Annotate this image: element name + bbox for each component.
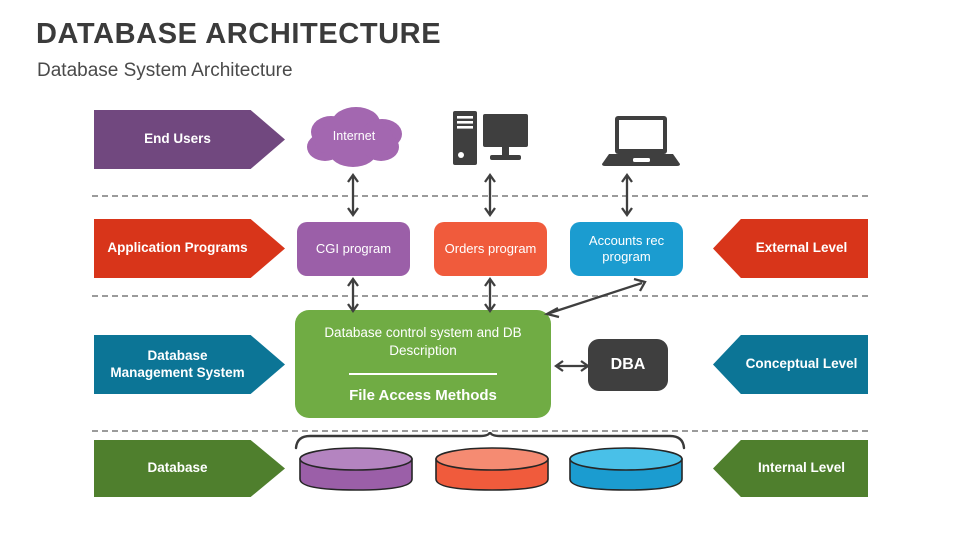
database-cylinder-blue[interactable] [568, 446, 684, 492]
left-label-database[interactable]: Database [94, 440, 285, 497]
left-label-dbms[interactable]: Database Management System [94, 335, 285, 394]
right-label-conceptual-level[interactable]: Conceptual Level [713, 335, 868, 394]
dbms-box[interactable]: Database control system and DB Descripti… [295, 310, 551, 418]
connector-arrow-laptop-to-accounts [618, 172, 636, 218]
connector-arrow-dbms-to-accounts [542, 276, 652, 320]
connector-arrow-dbms-to-dba [554, 357, 590, 375]
cgi-program-box[interactable]: CGI program [297, 222, 410, 276]
internet-cloud[interactable]: Internet [301, 105, 407, 170]
right-label-conceptual-level-text: Conceptual Level [745, 356, 858, 372]
dba-box[interactable]: DBA [588, 339, 668, 391]
page-subtitle: Database System Architecture [37, 60, 293, 81]
left-label-end-users-text: End Users [144, 131, 211, 147]
connector-arrow-orders-to-dbms [481, 277, 499, 313]
dbms-file-access-text: File Access Methods [349, 387, 497, 405]
right-label-internal-level-text: Internal Level [757, 460, 846, 476]
database-cylinder-orange[interactable] [434, 446, 550, 497]
dba-label: DBA [610, 356, 646, 373]
connector-arrow-desktop-to-orders [481, 172, 499, 218]
dbms-description-text: Database control system and DB Descripti… [324, 324, 522, 358]
page-title: DATABASE ARCHITECTURE [36, 18, 442, 50]
orders-program-label: Orders program [444, 241, 537, 257]
right-label-external-level[interactable]: External Level [713, 219, 868, 278]
dashed-separator-conceptual [92, 295, 868, 297]
right-label-external-level-text: External Level [755, 240, 848, 256]
cloud-icon [307, 107, 402, 167]
slide-canvas: DATABASE ARCHITECTURE Database System Ar… [0, 0, 960, 540]
left-label-application-programs-text: Application Programs [107, 240, 248, 256]
left-label-end-users[interactable]: End Users [94, 110, 285, 169]
cgi-program-label: CGI program [315, 241, 392, 257]
left-label-dbms-text: Database Management System [110, 347, 245, 380]
database-cylinder-purple[interactable] [298, 446, 414, 492]
dashed-separator-external [92, 195, 868, 197]
accounts-rec-program-box[interactable]: Accounts rec program [570, 222, 683, 276]
left-label-database-text: Database [147, 460, 208, 476]
connector-arrow-cloud-to-cgi [344, 172, 362, 218]
accounts-rec-program-label: Accounts rec program [588, 233, 665, 264]
right-label-internal-level[interactable]: Internal Level [713, 440, 868, 497]
laptop-computer-icon[interactable] [601, 115, 681, 172]
left-label-application-programs[interactable]: Application Programs [94, 219, 285, 278]
connector-arrow-cgi-to-dbms [344, 277, 362, 313]
orders-program-box[interactable]: Orders program [434, 222, 547, 276]
database-group-brace [294, 431, 686, 450]
desktop-computer-icon[interactable] [452, 110, 530, 167]
dbms-divider [349, 373, 497, 376]
